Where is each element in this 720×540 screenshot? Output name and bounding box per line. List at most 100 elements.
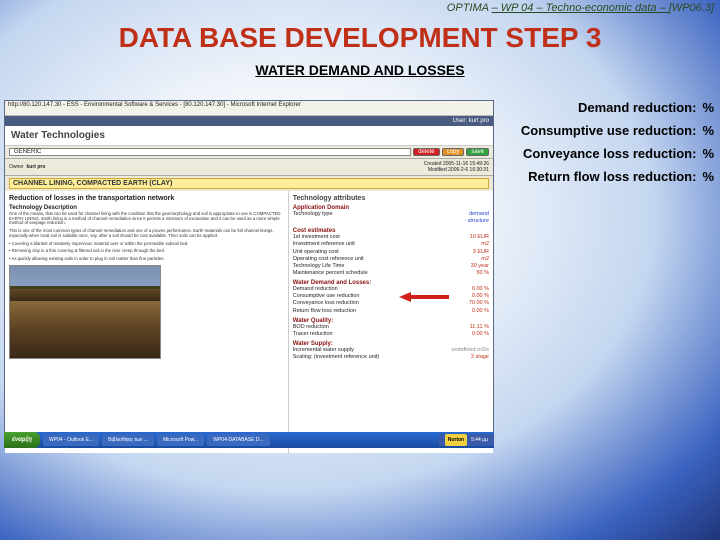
attr-value: 11.11 % xyxy=(470,324,489,331)
right-title: Technology attributes xyxy=(293,195,489,202)
header-note-mid: – WP 04 – Techno-economic data – xyxy=(492,2,669,14)
left-title: Reduction of losses in the transportatio… xyxy=(9,195,284,202)
owner-label: Owner kurt pro xyxy=(9,164,45,170)
taskbar-task[interactable]: Βιβλιοθήκη των ... xyxy=(102,434,154,446)
taskbar-task[interactable]: WP04-DATABASE D... xyxy=(207,434,269,446)
side-label-row: Conveyance loss reduction:% xyxy=(502,146,714,161)
attr-value: 2 stage xyxy=(471,354,489,361)
attr-value: demand xyxy=(469,211,489,218)
attr-key: Incremental water supply xyxy=(293,347,354,354)
attr-value: 30 year xyxy=(471,263,489,270)
side-label-text: Consumptive use reduction: xyxy=(521,123,697,138)
desc-b1: • Covering a blanket of relatively imper… xyxy=(9,242,284,247)
attr-key: Operating cost reference unit xyxy=(293,256,364,263)
slide: OPTIMA – WP 04 – Techno-economic data – … xyxy=(0,0,720,540)
attr-key: Tracer reduction xyxy=(293,331,333,338)
desc-p2: This is one of the most common types of … xyxy=(9,229,284,238)
clock: 5:44 μμ xyxy=(471,434,488,446)
attr-key: Maintenance percent schedule xyxy=(293,270,368,277)
desc-b3: • As quickly allowing existing soils in … xyxy=(9,257,284,262)
attr-row: Investment reference unit m2 xyxy=(293,241,489,248)
attr-value: 3 EUR xyxy=(473,249,489,256)
address-bar: http://80.120.147.30 - ESS - Environment… xyxy=(5,101,493,116)
side-label-row: Consumptive use reduction:% xyxy=(502,123,714,138)
attr-row: Operating cost reference unit m2 xyxy=(293,256,489,263)
left-pane: Reduction of losses in the transportatio… xyxy=(5,191,288,453)
attr-key: Unit operating cost xyxy=(293,249,339,256)
meta-row: Owner kurt pro Created 2005-11-16 15:49:… xyxy=(5,159,493,176)
content-body: Reduction of losses in the transportatio… xyxy=(5,191,493,453)
start-button[interactable]: έναρξη xyxy=(4,432,40,448)
attr-key: BOD reduction xyxy=(293,324,329,331)
taskbar: έναρξη WP04 - Outlook E...Βιβλιοθήκη των… xyxy=(4,432,494,448)
user-strip: User: kurt pro xyxy=(5,116,493,126)
notification-area: Norton 5:44 μμ xyxy=(439,434,494,446)
attr-value: 0.00 % xyxy=(472,286,489,293)
panel-title: Water Technologies xyxy=(11,130,487,141)
taskbar-task[interactable]: WP04 - Outlook E... xyxy=(43,434,99,446)
side-label-text: Return flow loss reduction: xyxy=(528,169,696,184)
attr-row: Conveyance loss reduction 70.00 % xyxy=(293,300,489,307)
toolbar: GENERIC delete copy save xyxy=(5,146,493,159)
attr-row: Incremental water supply undefined m3/s xyxy=(293,347,489,354)
attr-row: BOD reduction 11.11 % xyxy=(293,324,489,331)
side-label-row: Return flow loss reduction:% xyxy=(502,169,714,184)
side-label-text: Conveyance loss reduction: xyxy=(523,146,696,161)
embedded-screenshot: http://80.120.147.30 - ESS - Environment… xyxy=(4,100,494,446)
attr-row: · structure xyxy=(293,218,489,225)
desc-b2: • Removing clay in a thin covering & fil… xyxy=(9,249,284,254)
attr-row: Maintenance percent schedule 50 % xyxy=(293,270,489,277)
attr-value: 0.00 % xyxy=(472,308,489,315)
desc-p1: One of the means, that can be used for c… xyxy=(9,212,284,226)
delete-button[interactable]: delete xyxy=(413,148,439,156)
tech-photo xyxy=(9,265,161,359)
header-note-post: [WP06.3] xyxy=(669,2,714,14)
side-label-pct: % xyxy=(702,169,714,184)
attr-value: 10 EUR xyxy=(470,234,489,241)
attr-row: Technology type demand xyxy=(293,211,489,218)
attr-key: Investment reference unit xyxy=(293,241,355,248)
attr-value: 50 % xyxy=(476,270,489,277)
copy-button[interactable]: copy xyxy=(442,148,465,156)
attr-value: undefined m3/s xyxy=(451,347,489,354)
attr-row: Consumptive use reduction 0.00 % xyxy=(293,293,489,300)
attr-key: Demand reduction xyxy=(293,286,338,293)
attr-value: 0.00 % xyxy=(472,331,489,338)
attr-key: Consumptive use reduction xyxy=(293,293,360,300)
side-label-text: Demand reduction: xyxy=(578,100,696,115)
attr-key: Technology type xyxy=(293,211,333,218)
panel-heading: Water Technologies xyxy=(5,126,493,146)
side-label-pct: % xyxy=(702,146,714,161)
attr-key: 1st investment cost xyxy=(293,234,340,241)
header-note: OPTIMA – WP 04 – Techno-economic data – … xyxy=(447,2,714,14)
tech-selector[interactable]: CHANNEL LINING, COMPACTED EARTH (CLAY) xyxy=(9,178,489,189)
slide-title: DATA BASE DEVELOPMENT STEP 3 xyxy=(119,22,602,54)
side-label-row: Demand reduction:% xyxy=(502,100,714,115)
attr-key: Scaling: (investment reference unit) xyxy=(293,354,380,361)
attr-value: m2 xyxy=(481,241,489,248)
norton-pill: Norton xyxy=(445,434,467,446)
attr-key: Technology Life Time xyxy=(293,263,345,270)
slide-subtitle: WATER DEMAND AND LOSSES xyxy=(255,62,464,78)
side-labels: Demand reduction:%Consumptive use reduct… xyxy=(502,100,714,192)
attr-value: 0.00 % xyxy=(472,293,489,300)
side-label-pct: % xyxy=(702,123,714,138)
attr-row: 1st investment cost 10 EUR xyxy=(293,234,489,241)
right-pane: Technology attributes Application Domain… xyxy=(288,191,493,453)
modified-stamp: Modified 2006-2-6 16:30:31 xyxy=(428,167,489,173)
attr-row: Unit operating cost 3 EUR xyxy=(293,249,489,256)
attr-value: 70.00 % xyxy=(469,300,489,307)
class-select[interactable]: GENERIC xyxy=(9,148,411,156)
attr-row: Demand reduction 0.00 % xyxy=(293,286,489,293)
attr-row: Tracer reduction 0.00 % xyxy=(293,331,489,338)
attr-key: Return flow loss reduction xyxy=(293,308,356,315)
highlight-arrow-icon xyxy=(399,293,449,301)
side-label-pct: % xyxy=(702,100,714,115)
attr-row: Return flow loss reduction 0.00 % xyxy=(293,308,489,315)
attr-row: Scaling: (investment reference unit) 2 st… xyxy=(293,354,489,361)
header-note-pre: OPTIMA xyxy=(447,2,492,14)
save-button[interactable]: save xyxy=(466,148,489,156)
attr-key: Conveyance loss reduction xyxy=(293,300,359,307)
taskbar-task[interactable]: Microsoft Pow... xyxy=(157,434,204,446)
attr-value: m2 xyxy=(481,256,489,263)
